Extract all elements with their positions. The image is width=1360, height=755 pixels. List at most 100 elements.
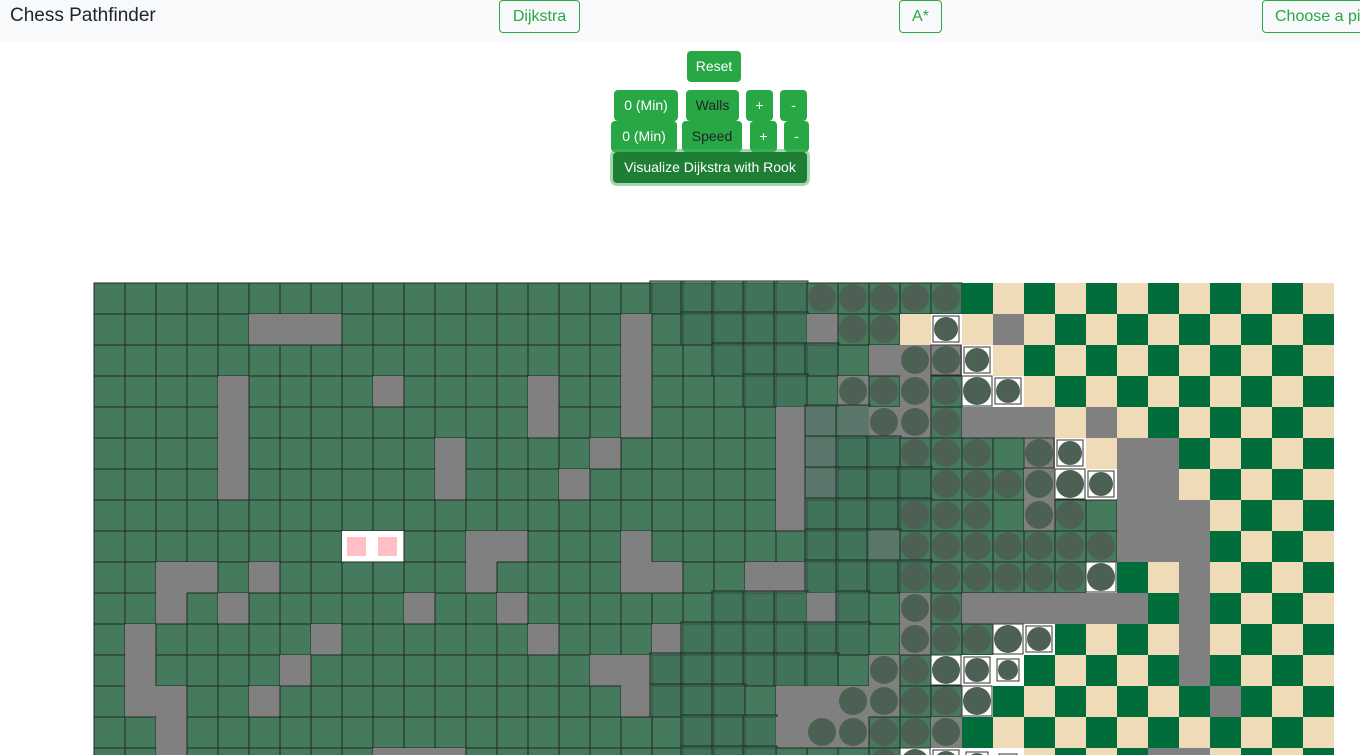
visited-cell[interactable] (93, 685, 126, 718)
visited-cell[interactable] (620, 592, 653, 625)
wall-cell[interactable] (807, 686, 838, 717)
visited-cell[interactable] (341, 499, 374, 532)
visited-cell[interactable] (465, 716, 498, 749)
visited-cell[interactable] (372, 654, 405, 687)
visited-cell[interactable] (527, 561, 560, 594)
board-cell[interactable] (1055, 748, 1086, 755)
board-cell[interactable] (1241, 531, 1272, 562)
explored-highlight[interactable] (680, 621, 716, 657)
wall-cell[interactable] (807, 593, 838, 624)
board-cell[interactable] (1086, 438, 1117, 469)
wall-cell[interactable] (218, 407, 249, 438)
board-cell[interactable] (1210, 407, 1241, 438)
wall-cell[interactable] (249, 562, 280, 593)
visited-cell[interactable] (279, 623, 312, 656)
visited-cell[interactable] (279, 530, 312, 563)
visited-cell[interactable] (589, 592, 622, 625)
board-cell[interactable] (1117, 407, 1148, 438)
node-marker[interactable] (1087, 532, 1115, 560)
visited-cell[interactable] (589, 530, 622, 563)
board-cell[interactable] (1148, 593, 1179, 624)
node-marker[interactable] (1056, 532, 1084, 560)
visited-cell[interactable] (744, 685, 777, 718)
visited-cell[interactable] (372, 282, 405, 315)
visited-cell[interactable] (775, 747, 808, 755)
visited-cell[interactable] (682, 530, 715, 563)
wall-cell[interactable] (280, 314, 311, 345)
node-marker[interactable] (1025, 532, 1053, 560)
explored-highlight[interactable] (804, 652, 840, 688)
visited-cell[interactable] (496, 406, 529, 439)
board-cell[interactable] (1179, 717, 1210, 748)
board-cell[interactable] (1241, 345, 1272, 376)
board-cell[interactable] (1024, 283, 1055, 314)
board-cell[interactable] (1303, 283, 1334, 314)
wall-cell[interactable] (218, 469, 249, 500)
visited-cell[interactable] (496, 499, 529, 532)
wall-cell[interactable] (962, 593, 993, 624)
explored-highlight[interactable] (835, 466, 871, 502)
visited-cell[interactable] (310, 406, 343, 439)
visited-cell[interactable] (620, 716, 653, 749)
wall-cell[interactable] (280, 655, 311, 686)
explored-highlight[interactable] (804, 497, 840, 533)
wall-cell[interactable] (590, 438, 621, 469)
wall-cell[interactable] (311, 624, 342, 655)
visited-cell[interactable] (372, 592, 405, 625)
visited-cell[interactable] (372, 468, 405, 501)
board-cell[interactable] (1055, 345, 1086, 376)
explored-highlight[interactable] (680, 714, 716, 750)
visited-cell[interactable] (806, 375, 839, 408)
board-cell[interactable] (1055, 717, 1086, 748)
visited-cell[interactable] (496, 685, 529, 718)
board-cell[interactable] (1024, 717, 1055, 748)
visited-cell[interactable] (93, 530, 126, 563)
visited-cell[interactable] (589, 716, 622, 749)
visited-cell[interactable] (124, 468, 157, 501)
visited-cell[interactable] (186, 747, 219, 755)
explored-highlight[interactable] (804, 404, 840, 440)
board-cell[interactable] (1272, 624, 1303, 655)
visited-cell[interactable] (403, 530, 436, 563)
visited-cell[interactable] (465, 654, 498, 687)
visited-cell[interactable] (496, 468, 529, 501)
node-marker[interactable] (1087, 563, 1115, 591)
wall-cell[interactable] (1148, 531, 1179, 562)
visited-cell[interactable] (682, 344, 715, 377)
explored-highlight[interactable] (773, 311, 809, 347)
board-cell[interactable] (1179, 469, 1210, 500)
visited-cell[interactable] (124, 747, 157, 755)
board-cell[interactable] (1179, 345, 1210, 376)
visited-cell[interactable] (1085, 499, 1118, 532)
board-cell[interactable] (1272, 655, 1303, 686)
wall-cell[interactable] (435, 748, 466, 755)
explored-highlight[interactable] (804, 466, 840, 502)
explored-highlight[interactable] (711, 590, 747, 626)
wall-cell[interactable] (311, 314, 342, 345)
visited-cell[interactable] (186, 654, 219, 687)
board-cell[interactable] (1241, 562, 1272, 593)
wall-cell[interactable] (435, 438, 466, 469)
wall-cell[interactable] (1055, 593, 1086, 624)
wall-cell[interactable] (1179, 655, 1210, 686)
visited-cell[interactable] (372, 313, 405, 346)
board-cell[interactable] (1210, 345, 1241, 376)
start-end-marker[interactable] (347, 537, 366, 556)
board-cell[interactable] (1241, 469, 1272, 500)
visited-cell[interactable] (589, 747, 622, 755)
visited-cell[interactable] (682, 561, 715, 594)
wall-cell[interactable] (962, 407, 993, 438)
visited-cell[interactable] (682, 406, 715, 439)
node-marker[interactable] (932, 439, 960, 467)
visited-cell[interactable] (248, 344, 281, 377)
node-marker[interactable] (808, 718, 836, 746)
visited-cell[interactable] (434, 313, 467, 346)
visited-cell[interactable] (992, 437, 1025, 470)
explored-highlight[interactable] (804, 342, 840, 378)
visited-cell[interactable] (465, 282, 498, 315)
wall-cell[interactable] (807, 314, 838, 345)
visited-cell[interactable] (248, 716, 281, 749)
board-cell[interactable] (962, 717, 993, 748)
visited-cell[interactable] (403, 313, 436, 346)
visited-cell[interactable] (651, 437, 684, 470)
